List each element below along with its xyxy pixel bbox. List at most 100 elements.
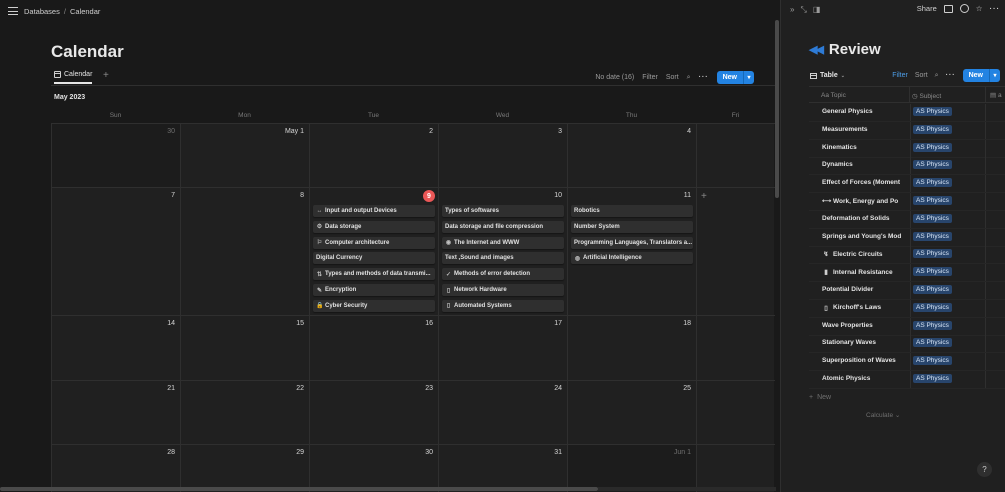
calendar-day-cell[interactable]: 11 Robotics Number System Programming Langu… (567, 188, 696, 315)
row-subject-cell[interactable]: AS Physics (910, 264, 952, 282)
review-new-button-label[interactable]: New (963, 69, 989, 82)
row-subject-cell[interactable]: AS Physics (910, 139, 952, 157)
calendar-day-cell[interactable]: May 1 (180, 124, 309, 187)
row-extra-cell[interactable] (985, 371, 986, 388)
calculate-button[interactable]: Calculate ⌄ (866, 411, 900, 419)
table-row[interactable]: Measurements AS Physics (809, 121, 1005, 140)
calendar-day-cell[interactable]: 4 (567, 124, 696, 187)
expand-icon[interactable]: ⤡ (800, 5, 806, 15)
table-row[interactable]: ▮ Internal Resistance AS Physics (809, 264, 1005, 283)
chevron-down-icon[interactable]: ▾ (989, 69, 1000, 82)
column-header-more[interactable]: ▤ a (985, 87, 1002, 103)
row-subject-cell[interactable]: AS Physics (910, 210, 952, 228)
help-button[interactable]: ? (977, 462, 992, 477)
calendar-day-cell[interactable]: 30 (309, 445, 438, 492)
review-filter-button[interactable]: Filter (892, 72, 908, 79)
calendar-day-cell[interactable]: 25 (567, 381, 696, 444)
row-subject-cell[interactable]: AS Physics (910, 175, 952, 193)
tab-calendar-view[interactable]: Calendar (54, 71, 93, 84)
row-topic[interactable]: Wave Properties (822, 322, 906, 329)
row-extra-cell[interactable] (985, 299, 986, 317)
row-subject-cell[interactable]: AS Physics (910, 282, 952, 299)
calendar-day-cell[interactable]: 7 (51, 188, 180, 315)
event-card[interactable]: Robotics (571, 205, 693, 217)
row-extra-cell[interactable] (985, 353, 986, 371)
event-card[interactable]: Digital Currency (313, 252, 435, 265)
row-topic[interactable]: Stationary Waves (822, 339, 906, 346)
share-button[interactable]: Share (917, 4, 937, 13)
calendar-day-cell[interactable]: 8 (180, 188, 309, 315)
calendar-day-cell[interactable]: 15 (180, 316, 309, 380)
row-topic[interactable]: ⟷ Work, Energy and Po (822, 197, 906, 206)
event-card[interactable]: ⚙ Data storage (313, 220, 435, 233)
table-row[interactable]: Atomic Physics AS Physics (809, 371, 1005, 389)
row-extra-cell[interactable] (985, 264, 986, 282)
event-card[interactable]: Number System (571, 220, 693, 233)
row-extra-cell[interactable] (985, 193, 986, 210)
row-subject-cell[interactable]: AS Physics (910, 299, 952, 317)
row-topic[interactable]: Potential Divider (822, 286, 906, 293)
event-card[interactable]: Programming Languages, Translators a... (571, 236, 693, 249)
table-row[interactable]: Dynamics AS Physics (809, 157, 1005, 176)
more-options-icon[interactable]: ··· (990, 4, 1001, 13)
table-row[interactable]: ▯ Kirchoff's Laws AS Physics (809, 299, 1005, 318)
table-row[interactable]: General Physics AS Physics (809, 104, 1005, 122)
table-row[interactable]: Potential Divider AS Physics (809, 282, 1005, 300)
calendar-day-cell[interactable]: 22 (180, 381, 309, 444)
column-header-subject[interactable]: ◷ Subject (909, 87, 941, 103)
no-date-button[interactable]: No date (16) (595, 74, 634, 81)
row-topic[interactable]: Kinematics (822, 144, 906, 151)
row-subject-cell[interactable]: AS Physics (910, 157, 952, 175)
calendar-day-cell[interactable]: 17 (438, 316, 567, 380)
table-row[interactable]: ↯ Electric Circuits AS Physics (809, 246, 1005, 265)
event-card[interactable]: ⚐ Computer architecture (313, 236, 435, 249)
row-extra-cell[interactable] (985, 335, 986, 353)
calendar-day-cell[interactable]: 16 (309, 316, 438, 380)
new-button[interactable]: New ▾ (716, 71, 754, 84)
calendar-day-cell[interactable]: 29 (180, 445, 309, 492)
breadcrumb-calendar[interactable]: Calendar (70, 7, 100, 16)
row-subject-cell[interactable]: AS Physics (910, 317, 952, 335)
row-extra-cell[interactable] (985, 157, 986, 175)
add-row-button[interactable]: + New (809, 394, 831, 401)
row-topic[interactable]: ↯ Electric Circuits (822, 250, 906, 259)
event-card[interactable]: ✎ Encryption (313, 284, 435, 296)
event-card[interactable]: Types of softwares (442, 205, 564, 217)
row-extra-cell[interactable] (985, 317, 986, 335)
row-extra-cell[interactable] (985, 246, 986, 264)
review-sort-button[interactable]: Sort (915, 72, 928, 79)
chevron-down-icon[interactable]: ▾ (743, 71, 754, 84)
row-topic[interactable]: ▮ Internal Resistance (822, 268, 906, 277)
event-card[interactable]: ▯ Network Hardware (442, 284, 564, 296)
row-extra-cell[interactable] (985, 104, 986, 121)
calendar-day-cell[interactable]: 10 Types of softwares Data storage and fil… (438, 188, 567, 315)
table-row[interactable]: Superposition of Waves AS Physics (809, 353, 1005, 372)
row-topic[interactable]: Atomic Physics (822, 375, 906, 382)
menu-icon[interactable] (8, 7, 18, 15)
event-card[interactable]: Text ,Sound and images (442, 252, 564, 265)
table-row[interactable]: Wave Properties AS Physics (809, 317, 1005, 336)
row-topic[interactable]: General Physics (822, 108, 906, 115)
calendar-day-cell[interactable]: 3 (438, 124, 567, 187)
calendar-day-cell[interactable]: 21 (51, 381, 180, 444)
calendar-day-cell[interactable] (696, 381, 774, 444)
column-header-topic[interactable]: Aa Topic (821, 92, 846, 99)
star-icon[interactable]: ☆ (976, 4, 983, 13)
side-peek-icon[interactable]: ◨ (813, 5, 821, 15)
table-row[interactable]: ⟷ Work, Energy and Po AS Physics (809, 193, 1005, 211)
row-extra-cell[interactable] (985, 121, 986, 139)
calendar-day-cell[interactable]: Jun 1 (567, 445, 696, 492)
close-peek-icon[interactable]: » (790, 5, 794, 15)
event-card[interactable]: ◉ The Internet and WWW (442, 236, 564, 249)
comment-icon[interactable] (943, 4, 953, 13)
row-topic[interactable]: Deformation of Solids (822, 215, 906, 222)
row-subject-cell[interactable]: AS Physics (910, 371, 952, 388)
calendar-day-cell[interactable] (696, 445, 774, 492)
calendar-day-cell[interactable]: 23 (309, 381, 438, 444)
event-card[interactable]: 🔒 Cyber Security (313, 299, 435, 312)
table-row[interactable]: Kinematics AS Physics (809, 139, 1005, 158)
new-button-label[interactable]: New (717, 71, 743, 84)
search-icon[interactable]: ⌕ (687, 74, 691, 82)
calendar-day-cell[interactable]: 18 (567, 316, 696, 380)
calendar-day-cell[interactable]: 2 (309, 124, 438, 187)
